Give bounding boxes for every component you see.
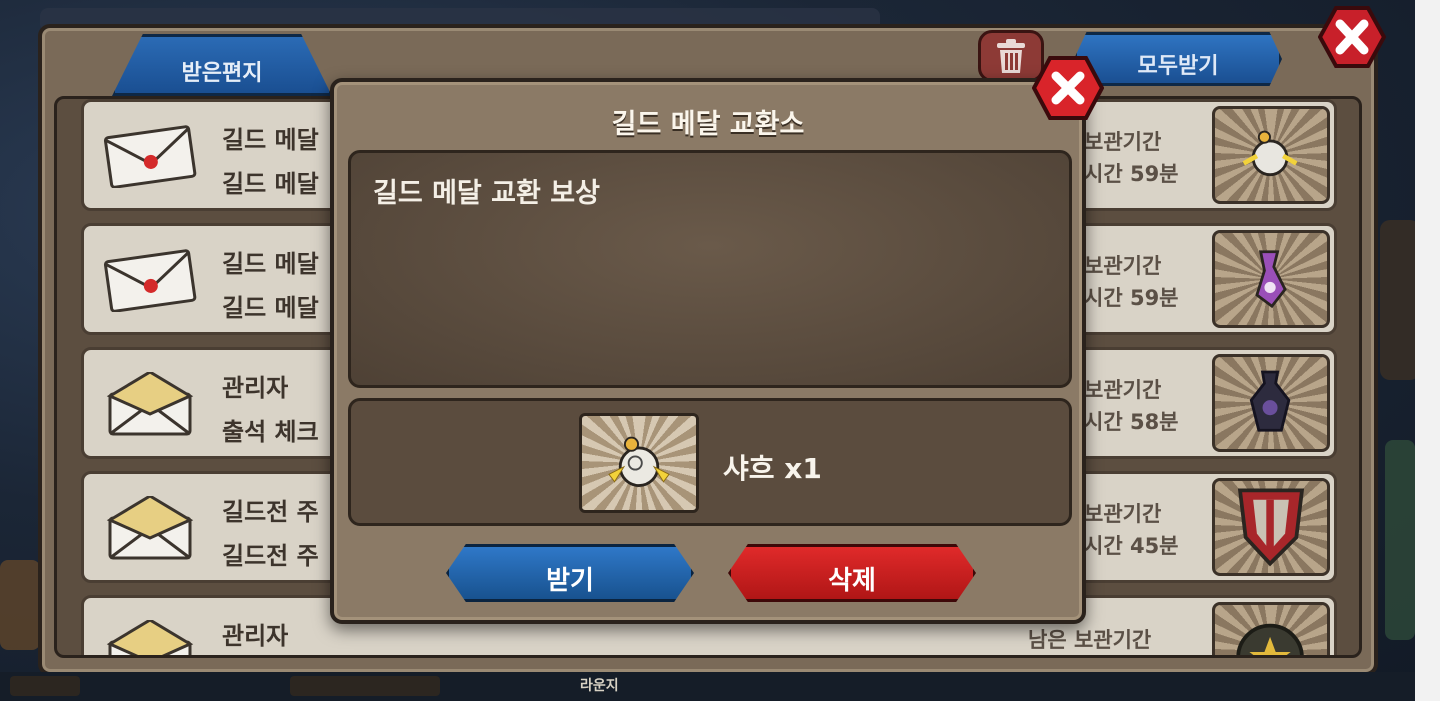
orb-item-icon bbox=[579, 413, 699, 513]
receive-button-label: 받기 bbox=[546, 566, 594, 596]
storage-period-label: 보관기간 bbox=[1084, 502, 1162, 526]
dialog-title: 길드 메달 교환소 bbox=[611, 109, 805, 140]
mail-sender: 관리자 bbox=[222, 374, 289, 402]
orb-item-icon bbox=[1212, 106, 1330, 204]
tab-received-mail[interactable]: 받은편지 bbox=[112, 34, 332, 96]
take-all-button[interactable]: 모두받기 bbox=[1074, 32, 1282, 86]
storage-period-label: 보관기간 bbox=[1084, 378, 1162, 402]
storage-period-time: 시간 59분 bbox=[1084, 162, 1179, 186]
reward-label: 샤흐 x1 bbox=[723, 452, 822, 485]
dialog-message: 길드 메달 교환 보상 bbox=[373, 178, 600, 209]
mail-subject: 길드 메달 bbox=[222, 294, 319, 322]
background-decoration bbox=[0, 560, 40, 650]
sealed-envelope-icon bbox=[103, 249, 197, 312]
open-envelope-icon bbox=[106, 372, 194, 436]
emblem-item-icon bbox=[1212, 478, 1330, 576]
take-all-label: 모두받기 bbox=[1137, 54, 1219, 79]
game-background: 받은편지 모두받기 길드 메달 길드 메달 보관기간 시간 59분 길드 메달 … bbox=[0, 0, 1415, 701]
delete-button[interactable]: 삭제 bbox=[728, 544, 976, 602]
background-decoration bbox=[1385, 440, 1415, 640]
mail-sender: 길드 메달 bbox=[222, 250, 319, 278]
storage-period-label: 보관기간 bbox=[1084, 254, 1162, 278]
lounge-label[interactable]: 라운지 bbox=[580, 675, 619, 695]
receive-button[interactable]: 받기 bbox=[446, 544, 694, 602]
potion-item-icon bbox=[1212, 230, 1330, 328]
hud-chip bbox=[10, 676, 80, 696]
delete-button-label: 삭제 bbox=[828, 566, 876, 596]
sealed-envelope-icon bbox=[103, 125, 197, 188]
mail-sender: 관리자 bbox=[222, 622, 289, 650]
mail-subject: 길드전 주 bbox=[222, 542, 319, 570]
close-icon[interactable] bbox=[1318, 6, 1386, 68]
mail-subject: 길드 메달 bbox=[222, 170, 319, 198]
vase-item-icon bbox=[1212, 354, 1330, 452]
storage-period-time: 시간 45분 bbox=[1084, 534, 1179, 558]
tab-received-label: 받은편지 bbox=[181, 61, 263, 86]
mail-sender: 길드 메달 bbox=[222, 126, 319, 154]
open-envelope-icon bbox=[106, 620, 194, 655]
mail-subject: 출석 체크 bbox=[222, 418, 319, 446]
hud-chip bbox=[290, 676, 440, 696]
storage-period-time: 시간 58분 bbox=[1084, 410, 1179, 434]
badge-item-icon bbox=[1212, 602, 1330, 655]
close-icon[interactable] bbox=[1032, 56, 1104, 120]
trash-icon bbox=[997, 39, 1025, 73]
dialog-message-box: 길드 메달 교환 보상 bbox=[348, 150, 1072, 388]
reward-box: 샤흐 x1 bbox=[348, 398, 1072, 526]
reward-dialog: 길드 메달 교환소 길드 메달 교환 보상 샤흐 x1 받기 삭제 bbox=[330, 78, 1086, 624]
storage-period-label: 보관기간 bbox=[1084, 130, 1162, 154]
bottom-hud-strip: 라운지 bbox=[0, 672, 1415, 701]
mail-sender: 길드전 주 bbox=[222, 498, 319, 526]
background-decoration bbox=[1380, 220, 1415, 380]
storage-period-label: 남은 보관기간 bbox=[1028, 628, 1152, 652]
storage-period-time: 시간 59분 bbox=[1084, 286, 1179, 310]
open-envelope-icon bbox=[106, 496, 194, 560]
